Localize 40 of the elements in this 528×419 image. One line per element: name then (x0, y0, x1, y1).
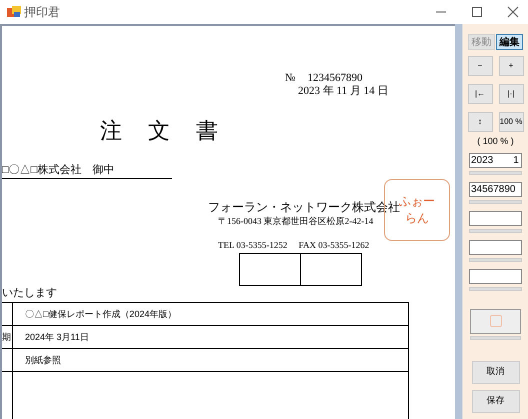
input-field[interactable] (469, 210, 522, 226)
window-title: 押印君 (24, 4, 60, 21)
order-number: 1234567890 (308, 72, 362, 85)
body-text: いたします (2, 286, 58, 300)
tab[interactable]: 編集 (496, 34, 523, 50)
tool-button[interactable]: |·| (498, 84, 524, 104)
tool-button[interactable]: |← (468, 84, 492, 104)
company-phone: TEL 03-5355-1252 FAX 03-5355-1262 (217, 239, 370, 251)
recipient-name: □〇△□株式会社 御中 (2, 147, 172, 179)
close-icon[interactable] (507, 6, 519, 18)
zoom-level: ( 100 % ) (477, 135, 514, 148)
field-bar (470, 336, 521, 340)
app-icon (7, 6, 21, 18)
maximize-icon[interactable] (471, 6, 483, 18)
seal-text: ふぉー (399, 193, 435, 208)
number-label: № (285, 72, 296, 85)
table-cell-text: 〇△□健保レポート作成（2024年版） (24, 308, 176, 321)
input-field[interactable]: 2023 1 (469, 152, 522, 168)
input-field[interactable] (469, 240, 522, 254)
cancel-button[interactable]: 取消 (472, 360, 520, 384)
table-cell-text: 別紙参照 (24, 354, 61, 367)
table-cell-text: 2024年 3月11日 (24, 331, 89, 344)
seal-text: らん (405, 210, 429, 227)
row-label: 期 (2, 326, 13, 348)
save-button[interactable]: 保存 (472, 390, 520, 412)
field-bar (469, 228, 522, 232)
seal-icon (490, 315, 502, 327)
field-bar (469, 170, 522, 174)
tool-button[interactable]: ↕ (468, 112, 492, 132)
company-address: 〒156-0043 東京都世田谷区松原2-42-14 (217, 215, 374, 227)
tool-button[interactable]: − (468, 56, 492, 76)
input-field[interactable] (469, 268, 522, 284)
input-field[interactable]: 34567890 (469, 182, 522, 196)
document-title: 注 文 書 (100, 118, 228, 143)
field-bar (469, 286, 522, 290)
field-bar (469, 200, 522, 204)
field-bar (469, 258, 522, 262)
tool-button[interactable]: 100 % (498, 112, 524, 132)
tool-button[interactable]: + (498, 56, 524, 76)
order-date: 2023 年 11 月 14 日 (297, 85, 390, 98)
